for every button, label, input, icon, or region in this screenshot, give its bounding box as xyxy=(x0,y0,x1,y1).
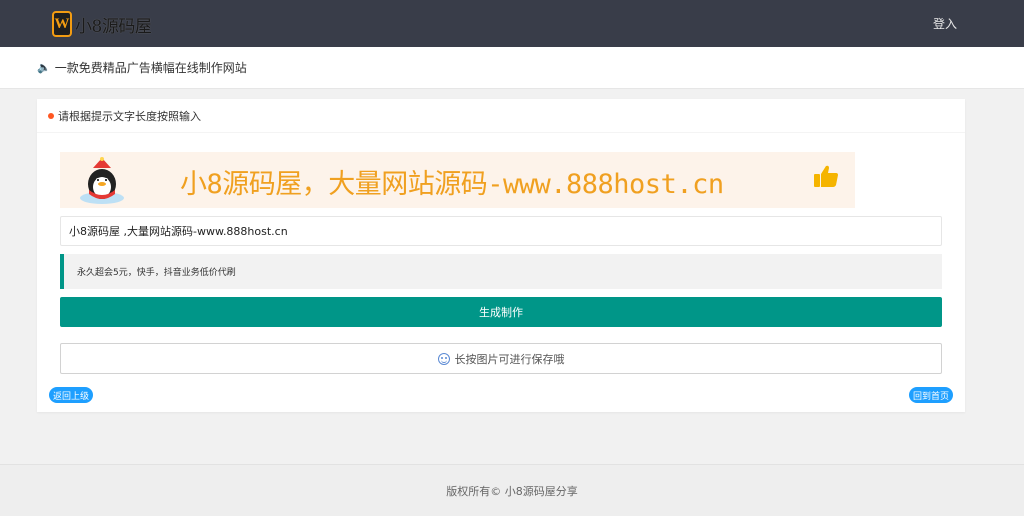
save-hint-text: 长按图片可进行保存哦 xyxy=(454,352,565,366)
dot-icon xyxy=(48,112,54,119)
back-button[interactable]: 返回上级 xyxy=(49,387,94,403)
login-link[interactable]: 登入 xyxy=(933,15,957,32)
save-hint-box: 长按图片可进行保存哦 xyxy=(60,343,942,374)
banner-preview-image: 小8源码屋，大量网站源码-www.888host.cn xyxy=(60,152,855,208)
logo-icon: W xyxy=(52,11,72,37)
maker-card: 请根据提示文字长度按照输入 小8源码屋，大量网站源码-www.888host.c… xyxy=(37,99,965,412)
banner-text-input[interactable] xyxy=(60,216,942,246)
card-header-title: 请根据提示文字长度按照输入 xyxy=(58,109,201,123)
footer: 版权所有© 小8源码屋分享 xyxy=(0,464,1024,516)
generate-button[interactable]: 生成制作 xyxy=(60,297,942,327)
speaker-icon: 🔈 xyxy=(37,61,51,74)
smile-icon xyxy=(437,352,450,365)
copyright-text: 版权所有© 小8源码屋分享 xyxy=(446,484,578,498)
notice-bar: 🔈 一款免费精品广告横幅在线制作网站 xyxy=(0,47,1024,89)
site-logo[interactable]: W 小8源码屋 xyxy=(52,10,152,38)
banner-text: 小8源码屋，大量网站源码-www.888host.cn xyxy=(180,169,724,200)
notice-text: 一款免费精品广告横幅在线制作网站 xyxy=(54,61,247,75)
logo-text: 小8源码屋 xyxy=(75,16,152,37)
penguin-icon xyxy=(80,157,124,204)
home-button[interactable]: 回到首页 xyxy=(908,387,953,403)
promo-quote: 永久超会5元，快手，抖音业务低价代刷 xyxy=(60,254,942,289)
top-navbar: W 小8源码屋 登入 xyxy=(0,0,1024,47)
thumbs-up-icon xyxy=(814,165,838,187)
card-header: 请根据提示文字长度按照输入 xyxy=(37,99,965,133)
